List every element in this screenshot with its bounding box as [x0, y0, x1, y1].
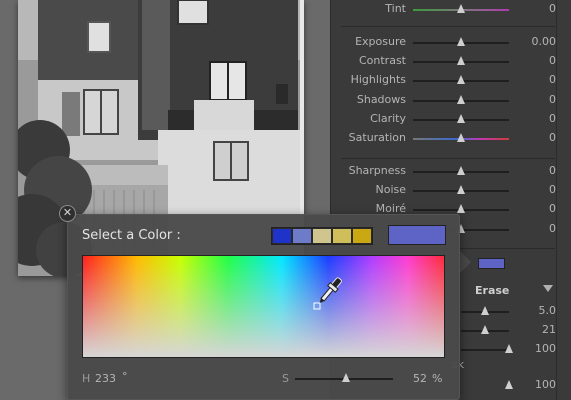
- slider-thumb[interactable]: [457, 204, 465, 213]
- slider-value[interactable]: 0: [549, 112, 556, 125]
- color-preset-swatch[interactable]: [312, 228, 332, 244]
- slider-row: Sharpness 0: [331, 162, 571, 181]
- color-preset-swatch[interactable]: [352, 228, 372, 244]
- slider-thumb[interactable]: [481, 306, 489, 315]
- slider-value[interactable]: 0: [549, 73, 556, 86]
- slider-row: Clarity 0: [331, 110, 571, 129]
- hue-label: H: [82, 372, 91, 385]
- section-divider: [341, 158, 555, 159]
- slider-value[interactable]: 0: [549, 131, 556, 144]
- color-preset-swatch[interactable]: [332, 228, 352, 244]
- close-popup-button[interactable]: ✕: [59, 205, 76, 222]
- slider-label: Shadows: [356, 93, 406, 106]
- slider-row: Shadows 0: [331, 91, 571, 110]
- slider-value[interactable]: 0: [549, 222, 556, 235]
- erase-toggle[interactable]: Erase: [461, 280, 557, 300]
- slider-row: Tint 0: [331, 0, 571, 19]
- slider-thumb[interactable]: [457, 4, 465, 13]
- color-spectrum[interactable]: [82, 255, 445, 358]
- current-color-swatch: [388, 225, 446, 245]
- color-preset-swatch[interactable]: [292, 228, 312, 244]
- slider-track[interactable]: [461, 349, 509, 351]
- slider-thumb[interactable]: [457, 75, 465, 84]
- popup-pointer: [459, 250, 471, 274]
- hue-value[interactable]: 233: [95, 372, 116, 385]
- slider-thumb[interactable]: [457, 95, 465, 104]
- saturation-slider-thumb[interactable]: [341, 373, 350, 382]
- slider-value[interactable]: 100: [535, 342, 556, 355]
- slider-label: Noise: [375, 183, 406, 196]
- color-preset-swatch[interactable]: [272, 228, 292, 244]
- saturation-unit: %: [432, 372, 443, 385]
- slider-row: Contrast 0: [331, 52, 571, 71]
- color-picker-popup: Select a Color : H 233 ° S 52 %: [67, 214, 460, 400]
- slider-value[interactable]: 5.0: [539, 304, 557, 317]
- slider-thumb[interactable]: [457, 56, 465, 65]
- slider-thumb[interactable]: [505, 380, 513, 389]
- saturation-label: S: [282, 372, 289, 385]
- slider-label: Tint: [385, 2, 406, 15]
- slider-value[interactable]: 0: [549, 202, 556, 215]
- slider-row: Saturation 0: [331, 129, 571, 148]
- chevron-down-icon: [543, 285, 553, 292]
- slider-value[interactable]: 0: [549, 2, 556, 15]
- slider-thumb[interactable]: [457, 114, 465, 123]
- slider-label: Exposure: [355, 35, 406, 48]
- slider-label: Highlights: [350, 73, 406, 86]
- slider-value[interactable]: 0: [549, 164, 556, 177]
- effect-color-swatch[interactable]: [478, 258, 505, 269]
- hue-unit: °: [122, 370, 128, 383]
- slider-thumb[interactable]: [457, 133, 465, 142]
- slider-thumb[interactable]: [457, 185, 465, 194]
- popup-title: Select a Color :: [82, 228, 181, 243]
- hue-saturation-controls: H 233 ° S 52 %: [82, 370, 447, 387]
- slider-value[interactable]: 21: [542, 323, 556, 336]
- section-divider: [341, 26, 555, 27]
- slider-value[interactable]: 0: [549, 183, 556, 196]
- saturation-value[interactable]: 52: [413, 372, 427, 385]
- slider-thumb[interactable]: [481, 325, 489, 334]
- slider-value[interactable]: 0: [549, 93, 556, 106]
- eyedropper-icon: [313, 277, 342, 310]
- slider-thumb[interactable]: [457, 166, 465, 175]
- slider-row: Noise 0: [331, 181, 571, 200]
- slider-row: Exposure 0.00: [331, 33, 571, 52]
- erase-label: Erase: [475, 284, 510, 297]
- slider-label: Sharpness: [348, 164, 406, 177]
- slider-label: Clarity: [370, 112, 406, 125]
- slider-thumb[interactable]: [457, 37, 465, 46]
- slider-label: Contrast: [358, 54, 406, 67]
- slider-thumb[interactable]: [505, 344, 513, 353]
- slider-label: Saturation: [348, 131, 406, 144]
- color-presets: [271, 227, 373, 245]
- app-window: Tint 0 Exposure 0.00 Contrast 0 Highlights 0 Sha…: [0, 0, 571, 400]
- slider-value[interactable]: 100: [535, 378, 556, 391]
- slider-value[interactable]: 0.00: [532, 35, 557, 48]
- slider-row: Highlights 0: [331, 71, 571, 90]
- slider-value[interactable]: 0: [549, 54, 556, 67]
